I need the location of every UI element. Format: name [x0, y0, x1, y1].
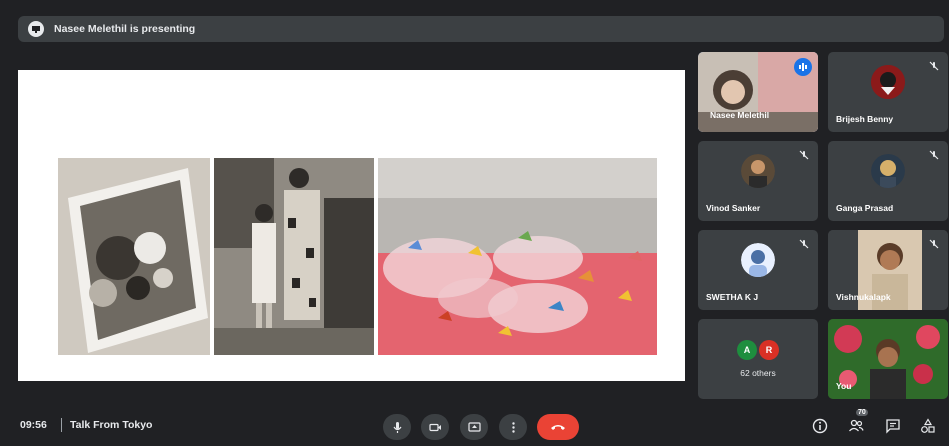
participant-name: Vinod Sanker	[706, 203, 761, 213]
presentation-photo-girls	[214, 158, 374, 355]
activities-button[interactable]	[920, 418, 936, 439]
mic-button[interactable]	[383, 414, 411, 440]
participant-name: Vishnukalapk	[836, 292, 891, 302]
presenting-text: Nasee Melethil is presenting	[54, 23, 196, 35]
end-call-button[interactable]	[537, 414, 579, 440]
participant-name: Brijesh Benny	[836, 114, 894, 124]
presentation-icon	[28, 21, 44, 37]
meeting-clock: 09:56	[20, 419, 47, 431]
meeting-toolbar: 09:56 Talk From Tokyo 70	[0, 406, 949, 446]
mic-off-icon	[928, 237, 940, 249]
camera-button[interactable]	[421, 414, 449, 440]
presentation-photo-memorial	[58, 158, 210, 355]
chat-icon	[886, 419, 900, 434]
avatar-chip: A	[737, 340, 757, 360]
mic-off-icon	[928, 59, 940, 71]
meeting-details-button[interactable]	[812, 418, 828, 439]
participant-tile[interactable]: SWETHA K J	[698, 230, 818, 310]
avatar	[741, 243, 775, 278]
others-tile[interactable]: A R 62 others	[698, 319, 818, 399]
avatar	[741, 154, 775, 189]
end-call-icon	[551, 424, 565, 430]
present-screen-icon	[467, 421, 481, 432]
avatar	[871, 154, 905, 189]
participant-name: SWETHA K J	[706, 292, 759, 302]
presentation-photo-paper-cranes	[378, 158, 657, 355]
participant-name: You	[836, 381, 852, 391]
participant-tile[interactable]: Ganga Prasad	[828, 141, 948, 221]
presenting-banner: Nasee Melethil is presenting	[18, 16, 944, 42]
shared-screen	[18, 70, 685, 381]
participant-name: Nasee Melethil	[710, 110, 770, 120]
mic-off-icon	[928, 148, 940, 160]
divider	[61, 418, 62, 432]
self-tile[interactable]: You	[828, 319, 948, 399]
people-button[interactable]: 70	[848, 409, 868, 439]
avatar	[871, 65, 905, 100]
avatar-chip: R	[759, 340, 779, 360]
camera-icon	[428, 423, 441, 431]
info-icon	[812, 418, 828, 434]
chat-button[interactable]	[885, 418, 901, 439]
participant-tile[interactable]: Brijesh Benny	[828, 52, 948, 132]
more-options-icon	[511, 421, 515, 433]
speaking-icon	[794, 58, 812, 76]
participant-name: Ganga Prasad	[836, 203, 894, 213]
participant-tile-presenter[interactable]: Nasee Melethil	[698, 52, 818, 132]
activities-icon	[921, 418, 935, 433]
others-count: 62 others	[740, 368, 776, 378]
present-button[interactable]	[460, 414, 488, 440]
mic-off-icon	[798, 148, 810, 160]
meeting-title: Talk From Tokyo	[70, 419, 153, 431]
more-options-button[interactable]	[499, 414, 527, 440]
participant-tile[interactable]: Vinod Sanker	[698, 141, 818, 221]
mic-off-icon	[798, 237, 810, 249]
mic-icon	[393, 421, 401, 433]
people-icon	[849, 419, 864, 432]
people-count-badge: 70	[856, 409, 868, 416]
participant-tile[interactable]: Vishnukalapk	[828, 230, 948, 310]
